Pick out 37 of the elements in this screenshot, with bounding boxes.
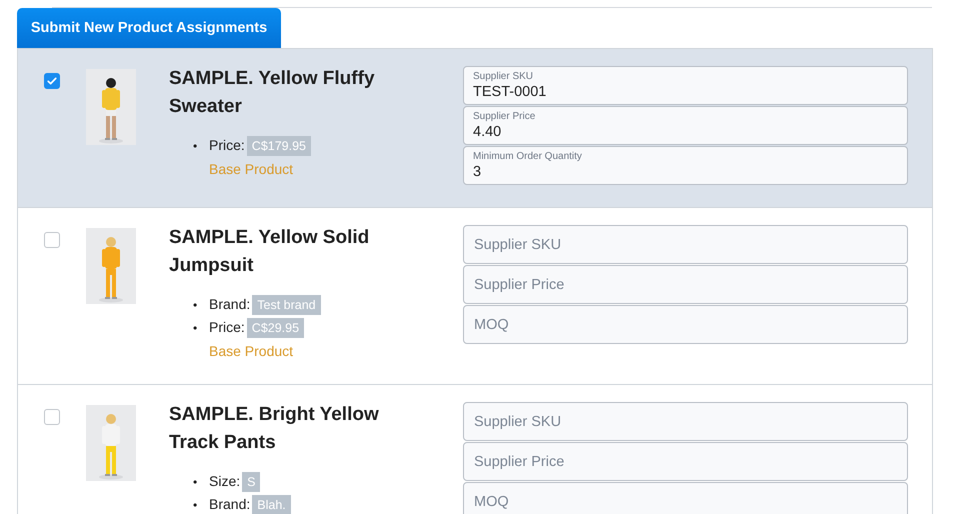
product-title: SAMPLE. Yellow Fluffy Sweater — [169, 67, 376, 119]
base-product-label: Base Product — [208, 342, 294, 361]
checkbox[interactable] — [44, 232, 60, 248]
attribute-label: Size: — [209, 473, 240, 489]
input-field[interactable]: MOQ — [463, 305, 908, 344]
input-field[interactable]: Supplier Price — [463, 442, 908, 481]
bullet: • — [193, 297, 198, 314]
bullet: • — [193, 497, 198, 514]
input-field[interactable]: Supplier SKU — [463, 225, 908, 264]
input-field[interactable]: Supplier Price 4.40 — [463, 106, 908, 145]
checkbox[interactable] — [44, 409, 60, 425]
attribute-value: Test brand — [252, 295, 321, 315]
check-icon — [46, 75, 58, 87]
product-row[interactable]: SAMPLE. Bright Yellow Track Pants • Size: S • Brand: Blah. Supplier SKU Supplier Price MOQ — [18, 384, 932, 514]
product-title: SAMPLE. Yellow Solid Jumpsuit — [169, 226, 370, 278]
bullet: • — [193, 138, 198, 155]
attribute-value: S — [242, 472, 260, 492]
product-title: SAMPLE. Bright Yellow Track Pants — [169, 403, 380, 455]
input-field[interactable]: Minimum Order Quantity 3 — [463, 146, 908, 185]
attribute-value: Blah. — [252, 495, 291, 514]
input-field[interactable]: Supplier SKU TEST-0001 — [463, 66, 908, 105]
submit-button[interactable]: Submit New Product Assignments — [17, 8, 281, 48]
bullet: • — [193, 320, 198, 337]
product-row[interactable]: SAMPLE. Yellow Fluffy Sweater • Price: C$179.95 Base Product Supplier SKU TEST-0001 Supplier Price 4.40 Minimum Order Quantity 3 — [18, 48, 932, 207]
base-product-label: Base Product — [208, 160, 294, 179]
attribute-label: Price: — [209, 319, 245, 335]
attribute-value: C$29.95 — [246, 318, 304, 338]
input-field[interactable]: Supplier SKU — [463, 402, 908, 441]
attribute-label: Brand: — [209, 496, 250, 512]
attribute-value: C$179.95 — [246, 136, 312, 156]
attribute-label: Brand: — [209, 296, 250, 312]
bullet: • — [193, 474, 198, 491]
checkbox[interactable] — [44, 73, 60, 89]
attribute-label: Price: — [209, 137, 245, 153]
input-field[interactable]: Supplier Price — [463, 265, 908, 304]
input-field[interactable]: MOQ — [463, 482, 908, 514]
product-row[interactable]: SAMPLE. Yellow Solid Jumpsuit • Brand: Test brand • Price: C$29.95 Base Product Supplier SKU Supplier Price MOQ — [18, 207, 932, 384]
